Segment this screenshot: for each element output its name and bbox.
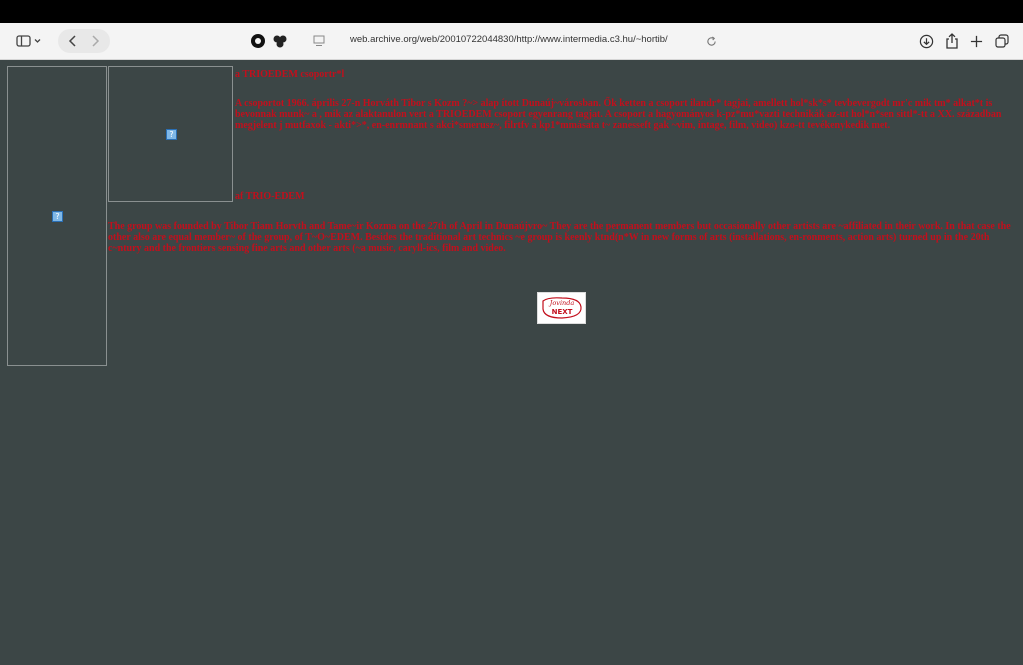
next-label: NEXT	[551, 308, 572, 316]
next-badge-icon: Jovinda NEXT	[541, 297, 582, 319]
new-tab-icon[interactable]	[964, 29, 988, 53]
hungarian-paragraph: A csoportot 1966. április 27-n Horváth T…	[235, 98, 1002, 131]
web-page: ? ? a TRIOEDEM csoportr*l A csoportot 19…	[0, 60, 1023, 665]
address-bar-url[interactable]: web.archive.org/web/20010722044830/http:…	[350, 34, 668, 45]
tab-overview-icon[interactable]	[990, 29, 1014, 53]
english-paragraph: The group was founded by Tibor Tiam Horv…	[108, 221, 1011, 254]
share-icon[interactable]	[940, 29, 964, 53]
download-icon[interactable]	[914, 29, 938, 53]
top-image-frame: ?	[108, 66, 233, 202]
nav-buttons	[58, 29, 110, 53]
broken-image-icon: ?	[166, 129, 177, 140]
extension-cluster-icon[interactable]	[268, 29, 292, 53]
left-image-frame: ?	[7, 66, 107, 366]
back-arrow-icon[interactable]	[67, 35, 79, 47]
english-title: af TRIO-EDEM	[235, 191, 305, 202]
forward-arrow-icon[interactable]	[89, 35, 101, 47]
browser-toolbar: web.archive.org/web/20010722044830/http:…	[0, 23, 1023, 60]
page-reader-icon[interactable]	[307, 29, 331, 53]
sidebar-toggle-button[interactable]	[8, 29, 50, 53]
reload-icon[interactable]	[699, 29, 723, 53]
hungarian-title: a TRIOEDEM csoportr*l	[235, 69, 345, 80]
extension-circle-icon[interactable]	[246, 29, 270, 53]
next-script-text: Jovinda	[547, 299, 574, 307]
menu-bar	[0, 0, 1023, 23]
sidebar-icon	[16, 35, 41, 47]
broken-image-icon: ?	[52, 211, 63, 222]
next-button[interactable]: Jovinda NEXT	[537, 292, 586, 324]
